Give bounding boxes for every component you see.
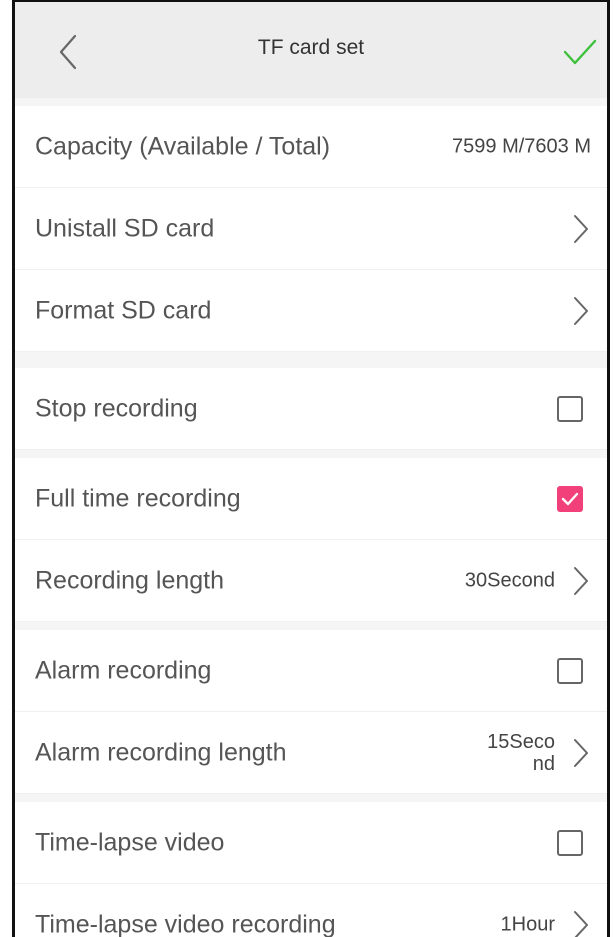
checkmark-icon [563,39,597,65]
time-lapse-video-checkbox[interactable] [557,829,583,856]
time-lapse-video-recording-row[interactable]: Time-lapse video recording 1Hour [15,884,607,937]
format-sd-card-row[interactable]: Format SD card [15,270,607,352]
stop-recording-checkbox[interactable] [557,395,583,422]
top-bar: TF card set [15,2,607,98]
full-time-recording-label: Full time recording [35,484,241,512]
time-lapse-video-row[interactable]: Time-lapse video [15,802,607,884]
section-divider [15,98,607,106]
uninstall-sd-card-row[interactable]: Unistall SD card [15,188,607,270]
alarm-recording-length-label: Alarm recording length [35,738,287,766]
format-sd-card-label: Format SD card [35,296,212,324]
uninstall-sd-card-label: Unistall SD card [35,214,215,242]
alarm-recording-length-row[interactable]: Alarm recording length 15Second [15,712,607,794]
section-divider [15,352,607,368]
chevron-right-icon [574,738,588,767]
recording-length-row[interactable]: Recording length 30Second [15,540,607,622]
alarm-recording-row[interactable]: Alarm recording [15,630,607,712]
phone-frame: TF card set Capacity (Available / Total)… [12,0,610,937]
alarm-recording-label: Alarm recording [35,656,212,684]
stop-recording-row[interactable]: Stop recording [15,368,607,450]
chevron-right-icon [574,214,588,243]
capacity-row: Capacity (Available / Total) 7599 M/7603… [15,106,607,188]
full-time-recording-checkbox[interactable] [557,485,583,512]
chevron-right-icon [574,566,588,595]
time-lapse-video-recording-value: 1Hour [500,913,555,935]
chevron-right-icon [574,910,588,937]
section-divider [15,622,607,630]
chevron-right-icon [574,296,588,325]
page-title: TF card set [257,36,365,59]
stop-recording-label: Stop recording [35,394,198,422]
capacity-value: 7599 M/7603 M [452,135,591,157]
confirm-button[interactable] [559,32,599,72]
section-divider [15,450,607,458]
full-time-recording-row[interactable]: Full time recording [15,458,607,540]
settings-list: Capacity (Available / Total) 7599 M/7603… [15,98,607,937]
recording-length-label: Recording length [35,566,225,594]
alarm-recording-checkbox[interactable] [557,657,583,684]
section-divider [15,794,607,802]
checkmark-icon [561,492,579,505]
capacity-label: Capacity (Available / Total) [35,132,331,160]
time-lapse-video-recording-label: Time-lapse video recording [35,910,336,937]
recording-length-value: 30Second [464,569,555,591]
alarm-recording-length-value: 15Second [487,730,555,775]
time-lapse-video-label: Time-lapse video [35,828,225,856]
